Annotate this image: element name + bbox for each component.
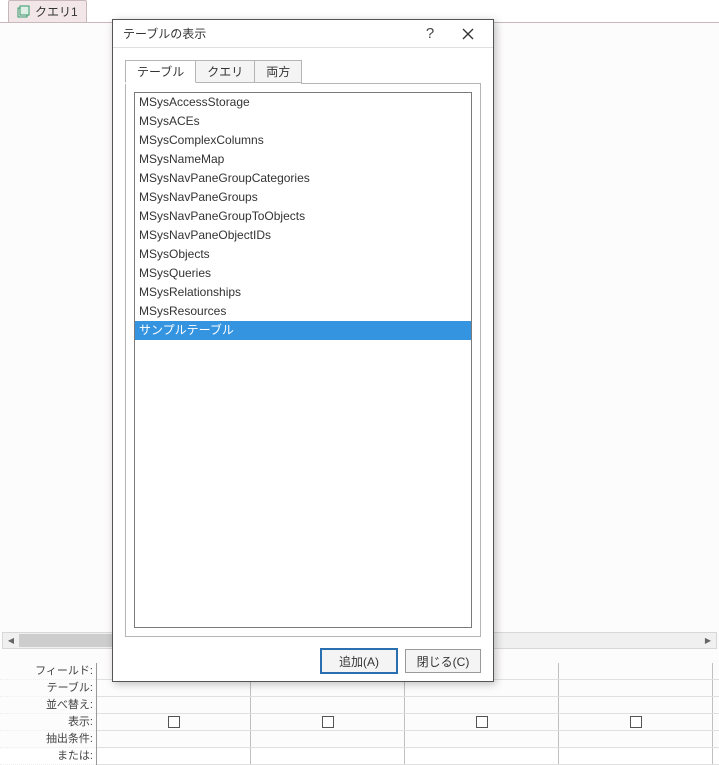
add-button[interactable]: 追加(A) [321, 649, 397, 673]
dialog-body: テーブルクエリ両方 MSysAccessStorageMSysACEsMSysC… [113, 48, 493, 641]
help-button[interactable]: ? [411, 21, 449, 47]
or-cell[interactable] [97, 748, 251, 764]
table-list[interactable]: MSysAccessStorageMSysACEsMSysComplexColu… [134, 92, 472, 628]
criteria-cell[interactable] [251, 731, 405, 747]
label-table: テーブル: [0, 680, 96, 697]
table-cell[interactable] [559, 680, 713, 696]
dialog-tab[interactable]: 両方 [254, 60, 302, 83]
list-item[interactable]: MSysRelationships [135, 283, 471, 302]
table-cell[interactable] [97, 680, 251, 696]
list-item[interactable]: MSysNavPaneGroupToObjects [135, 207, 471, 226]
list-item[interactable]: MSysComplexColumns [135, 131, 471, 150]
list-item[interactable]: MSysNavPaneGroups [135, 188, 471, 207]
scroll-right-icon[interactable]: ▶ [700, 633, 716, 648]
show-cell[interactable] [559, 714, 713, 730]
dialog-footer: 追加(A) 閉じる(C) [113, 641, 493, 681]
dialog-tab[interactable]: テーブル [125, 60, 196, 83]
dialog-titlebar[interactable]: テーブルの表示 ? [113, 20, 493, 48]
close-dialog-button[interactable]: 閉じる(C) [405, 649, 481, 673]
dialog-list-wrap: MSysAccessStorageMSysACEsMSysComplexColu… [125, 84, 481, 637]
sort-cell[interactable] [97, 697, 251, 713]
show-checkbox[interactable] [322, 716, 334, 728]
show-checkbox[interactable] [630, 716, 642, 728]
query-icon [17, 5, 31, 19]
label-field: フィールド: [0, 663, 96, 680]
document-tab-label: クエリ1 [35, 3, 78, 20]
show-cell[interactable] [251, 714, 405, 730]
list-item[interactable]: サンプルテーブル [135, 321, 471, 340]
table-cell[interactable] [251, 680, 405, 696]
sort-cell[interactable] [559, 697, 713, 713]
list-item[interactable]: MSysObjects [135, 245, 471, 264]
table-cell[interactable] [405, 680, 559, 696]
dialog-tab-filler [301, 60, 481, 84]
or-cell[interactable] [559, 748, 713, 764]
show-checkbox[interactable] [476, 716, 488, 728]
list-item[interactable]: MSysAccessStorage [135, 93, 471, 112]
field-cell[interactable] [559, 663, 713, 679]
list-item[interactable]: MSysQueries [135, 264, 471, 283]
sort-cell[interactable] [405, 697, 559, 713]
show-checkbox[interactable] [168, 716, 180, 728]
criteria-cell[interactable] [405, 731, 559, 747]
scroll-left-icon[interactable]: ◀ [3, 633, 19, 648]
show-table-dialog: テーブルの表示 ? テーブルクエリ両方 MSysAccessStorageMSy… [112, 19, 494, 682]
or-cell[interactable] [405, 748, 559, 764]
dialog-tabs: テーブルクエリ両方 [125, 60, 481, 84]
list-item[interactable]: MSysNameMap [135, 150, 471, 169]
label-criteria: 抽出条件: [0, 731, 96, 748]
criteria-cell[interactable] [97, 731, 251, 747]
list-item[interactable]: MSysACEs [135, 112, 471, 131]
grid-row-labels: フィールド: テーブル: 並べ替え: 表示: 抽出条件: または: [0, 663, 97, 765]
sort-cell[interactable] [251, 697, 405, 713]
label-or: または: [0, 748, 96, 765]
list-item[interactable]: MSysNavPaneGroupCategories [135, 169, 471, 188]
list-item[interactable]: MSysNavPaneObjectIDs [135, 226, 471, 245]
document-tab[interactable]: クエリ1 [8, 0, 87, 22]
dialog-tab[interactable]: クエリ [195, 60, 255, 83]
or-cell[interactable] [251, 748, 405, 764]
close-icon [462, 28, 474, 40]
show-cell[interactable] [97, 714, 251, 730]
criteria-cell[interactable] [559, 731, 713, 747]
list-item[interactable]: MSysResources [135, 302, 471, 321]
show-cell[interactable] [405, 714, 559, 730]
label-sort: 並べ替え: [0, 697, 96, 714]
close-button[interactable] [449, 21, 487, 47]
dialog-title: テーブルの表示 [123, 25, 411, 42]
label-show: 表示: [0, 714, 96, 731]
